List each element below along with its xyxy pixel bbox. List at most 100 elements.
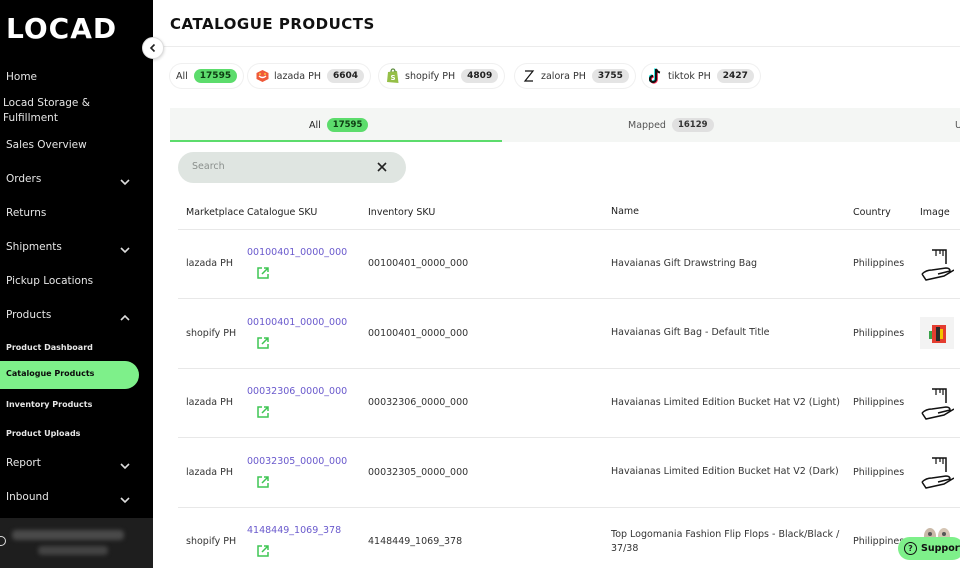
mapping-tabs: All 17595 Mapped 16129 U — [170, 108, 960, 142]
cell-image — [920, 437, 960, 508]
marketplace-tab-shopify[interactable]: S shopify PH 4809 — [379, 64, 505, 88]
tab-label: lazada PH — [274, 70, 322, 82]
tab-label: zalora PH — [541, 70, 586, 82]
chevron-left-icon — [149, 43, 156, 53]
sidebar-item-pickup-locations[interactable]: Pickup Locations — [6, 274, 93, 289]
tab-label: tiktok PH — [668, 70, 711, 82]
column-header-country[interactable]: Country — [853, 196, 920, 230]
locad-logo[interactable]: LOCAD — [6, 12, 117, 45]
external-link-icon[interactable] — [256, 266, 270, 280]
search-input[interactable] — [192, 161, 362, 172]
catalogue-sku-link[interactable]: 00100401_0000_000 — [247, 247, 368, 258]
user-account-panel[interactable] — [0, 518, 153, 568]
table-row[interactable]: lazada PH 00100401_0000_000 00100401_0000_… — [178, 229, 960, 299]
svg-text:S: S — [391, 74, 396, 82]
search-box[interactable] — [178, 152, 406, 183]
cell-image — [920, 298, 960, 369]
count-badge: 16129 — [671, 118, 714, 132]
count-badge: 3755 — [591, 69, 629, 83]
cell-catalogue-sku: 00100401_0000_000 — [247, 229, 368, 299]
catalogue-sku-link[interactable]: 00032306_0000_000 — [247, 386, 368, 397]
tab-mapped[interactable]: Mapped 16129 — [628, 108, 714, 142]
chevron-down-icon[interactable] — [119, 457, 131, 470]
marketplace-tab-all[interactable]: All 17595 — [170, 64, 244, 88]
table-row[interactable]: lazada PH 00032306_0000_000 00032306_0000_… — [178, 368, 960, 438]
cell-name: Havaianas Gift Bag - Default Title — [611, 298, 853, 369]
chevron-down-icon[interactable] — [119, 173, 131, 186]
user-email-redacted — [38, 546, 108, 555]
sidebar-item-returns[interactable]: Returns — [6, 206, 46, 221]
page-title: CATALOGUE PRODUCTS — [170, 15, 375, 33]
cell-marketplace: lazada PH — [178, 368, 247, 438]
cell-catalogue-sku: 00100401_0000_000 — [247, 298, 368, 369]
sidebar-item-home[interactable]: Home — [6, 70, 37, 85]
external-link-icon[interactable] — [256, 475, 270, 489]
sidebar-subitem-catalogue-products[interactable]: Catalogue Products — [0, 361, 139, 389]
cell-marketplace: lazada PH — [178, 229, 247, 299]
chevron-down-icon[interactable] — [119, 241, 131, 254]
column-header-inventory-sku[interactable]: Inventory SKU — [368, 196, 611, 230]
placeholder-box-icon[interactable] — [920, 452, 954, 492]
product-thumbnail[interactable] — [920, 313, 954, 353]
help-icon: ? — [904, 542, 917, 555]
marketplace-tab-tiktok[interactable]: tiktok PH 2427 — [642, 64, 760, 88]
sidebar-item-inbound[interactable]: Inbound — [6, 490, 49, 505]
cell-name: Havaianas Limited Edition Bucket Hat V2 … — [611, 368, 853, 438]
sidebar-item-sales-overview[interactable]: Sales Overview — [6, 138, 87, 153]
cell-catalogue-sku: 00032306_0000_000 — [247, 368, 368, 438]
collapse-sidebar-button[interactable] — [142, 37, 164, 59]
column-header-name[interactable]: Name — [611, 196, 853, 230]
table-row[interactable]: shopify PH 4148449_1069_378 4148449_1069_3… — [178, 507, 960, 568]
zalora-icon — [521, 68, 537, 84]
catalogue-table: Marketplace Catalogue SKU Inventory SKU … — [178, 196, 960, 568]
column-header-catalogue-sku[interactable]: Catalogue SKU — [247, 196, 368, 230]
catalogue-sku-link[interactable]: 4148449_1069_378 — [247, 525, 368, 536]
external-link-icon[interactable] — [256, 405, 270, 419]
cell-catalogue-sku: 4148449_1069_378 — [247, 507, 368, 568]
cell-inventory-sku: 00100401_0000_000 — [368, 229, 611, 299]
cell-catalogue-sku: 00032305_0000_000 — [247, 437, 368, 508]
catalogue-sku-link[interactable]: 00032305_0000_000 — [247, 456, 368, 467]
sidebar-subitem-inventory-products[interactable]: Inventory Products — [6, 397, 92, 412]
active-tab-indicator — [170, 140, 502, 142]
sidebar-subitem-product-dashboard[interactable]: Product Dashboard — [6, 340, 93, 355]
support-button[interactable]: ? Support — [898, 537, 960, 560]
cell-country: Philippines — [853, 368, 920, 438]
tab-all[interactable]: All 17595 — [309, 108, 369, 142]
cell-inventory-sku: 00100401_0000_000 — [368, 298, 611, 369]
count-badge: 17595 — [193, 69, 238, 83]
chevron-up-icon[interactable] — [119, 309, 131, 321]
placeholder-box-icon[interactable] — [920, 383, 954, 423]
support-label: Support — [921, 543, 960, 554]
table-row[interactable]: shopify PH 00100401_0000_000 00100401_0000… — [178, 298, 960, 369]
cell-name: Havaianas Gift Drawstring Bag — [611, 229, 853, 299]
tab-label: shopify PH — [405, 70, 456, 82]
cell-marketplace: lazada PH — [178, 437, 247, 508]
tab-unmapped[interactable]: U — [955, 108, 960, 142]
sidebar-item-storage-fulfillment[interactable]: Locad Storage & Fulfillment — [3, 96, 103, 126]
table-row[interactable]: lazada PH 00032305_0000_000 00032305_0000_… — [178, 437, 960, 508]
count-badge: 17595 — [326, 118, 369, 132]
cell-country: Philippines — [853, 437, 920, 508]
sidebar-item-orders[interactable]: Orders — [6, 172, 41, 187]
marketplace-tab-zalora[interactable]: zalora PH 3755 — [515, 64, 635, 88]
sidebar-subitem-label: Catalogue Products — [6, 369, 95, 378]
external-link-icon[interactable] — [256, 544, 270, 558]
sidebar-item-products[interactable]: Products — [6, 308, 51, 323]
marketplace-tab-lazada[interactable]: lazada PH 6604 — [248, 64, 371, 88]
cell-image — [920, 229, 960, 299]
shopify-icon: S — [385, 68, 401, 84]
cell-inventory-sku: 00032306_0000_000 — [368, 368, 611, 438]
sidebar-item-report[interactable]: Report — [6, 456, 41, 471]
column-header-marketplace[interactable]: Marketplace — [178, 196, 247, 230]
placeholder-box-icon[interactable] — [920, 244, 954, 284]
tiktok-icon — [648, 68, 664, 84]
sidebar-item-shipments[interactable]: Shipments — [6, 240, 62, 255]
chevron-down-icon[interactable] — [119, 491, 131, 504]
close-icon[interactable] — [376, 161, 388, 173]
count-badge: 2427 — [716, 69, 754, 83]
catalogue-sku-link[interactable]: 00100401_0000_000 — [247, 317, 368, 328]
sidebar-subitem-product-uploads[interactable]: Product Uploads — [6, 426, 80, 441]
external-link-icon[interactable] — [256, 336, 270, 350]
user-name-redacted — [12, 530, 124, 540]
